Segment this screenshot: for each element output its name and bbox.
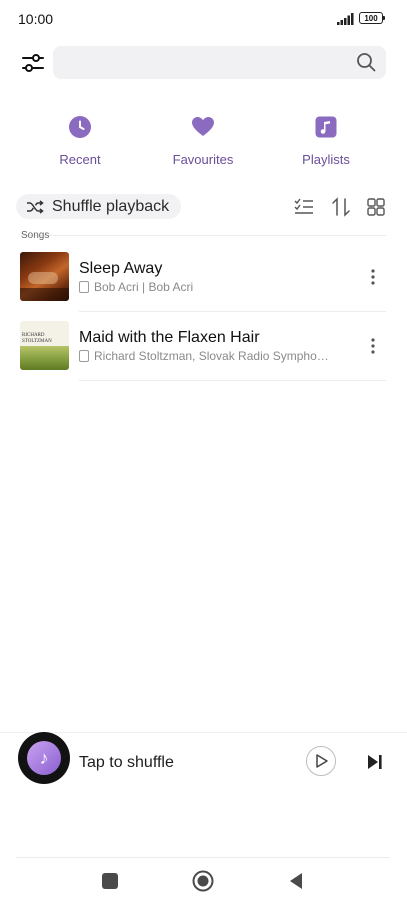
mini-player-label[interactable]: Tap to shuffle — [79, 754, 174, 772]
next-track-icon[interactable] — [366, 753, 384, 771]
battery-level: 100 — [364, 13, 378, 23]
status-time: 10:00 — [18, 11, 54, 27]
filter-icon[interactable] — [21, 52, 45, 74]
song-artist: Bob Acri | Bob Acri — [79, 280, 193, 294]
phone-storage-icon — [79, 350, 89, 362]
shuffle-label: Shuffle playback — [52, 197, 170, 215]
song-subtitle: Richard Stoltzman, Slovak Radio Sympho… — [94, 349, 329, 363]
sort-icon[interactable] — [330, 196, 352, 218]
song-row-maid-flaxen-hair[interactable]: RICHARD STOLTZMAN Maid with the Flaxen H… — [0, 312, 407, 380]
search-icon[interactable] — [356, 52, 376, 72]
phone-storage-icon — [79, 281, 89, 293]
song-title: Sleep Away — [79, 260, 163, 277]
nav-recent-label: Recent — [59, 152, 101, 167]
nav-favourites-label: Favourites — [172, 152, 234, 167]
more-options-icon[interactable] — [364, 336, 382, 356]
nav-playlists-label: Playlists — [302, 152, 350, 167]
mini-player-divider — [0, 732, 407, 733]
cover-text-2: STOLTZMAN — [22, 339, 52, 344]
multi-select-icon[interactable] — [293, 196, 315, 218]
section-divider — [21, 235, 386, 236]
nav-favourites[interactable]: Favourites — [153, 115, 253, 175]
more-options-icon[interactable] — [364, 267, 382, 287]
song-subtitle: Bob Acri | Bob Acri — [94, 280, 194, 294]
search-input[interactable] — [53, 46, 386, 79]
home-button[interactable] — [192, 870, 214, 892]
mini-player-disc[interactable]: ♪ — [18, 732, 70, 784]
clock-icon — [69, 116, 91, 138]
music-note-icon: ♪ — [27, 741, 61, 775]
signal-icon — [337, 13, 354, 25]
navbar-divider — [16, 857, 390, 858]
play-icon — [316, 754, 328, 768]
nav-playlists[interactable]: Playlists — [276, 115, 376, 175]
row-divider — [79, 380, 386, 381]
song-artist: Richard Stoltzman, Slovak Radio Sympho… — [79, 349, 329, 363]
song-row-sleep-away[interactable]: Sleep Away Bob Acri | Bob Acri — [0, 243, 407, 311]
shuffle-playback-button[interactable]: Shuffle playback — [16, 194, 181, 219]
grid-view-icon[interactable] — [365, 196, 387, 218]
battery-icon: 100 — [359, 12, 383, 24]
music-note-icon — [315, 116, 337, 138]
shuffle-icon — [27, 199, 44, 214]
back-button[interactable] — [287, 872, 305, 890]
album-cover — [20, 252, 69, 301]
recents-button[interactable] — [102, 873, 118, 889]
song-title: Maid with the Flaxen Hair — [79, 329, 260, 346]
battery-tip — [383, 16, 385, 20]
play-button[interactable] — [306, 746, 336, 776]
nav-recent[interactable]: Recent — [30, 115, 130, 175]
album-cover: RICHARD STOLTZMAN — [20, 321, 69, 370]
heart-icon — [192, 117, 214, 136]
section-label: Songs — [21, 230, 50, 241]
